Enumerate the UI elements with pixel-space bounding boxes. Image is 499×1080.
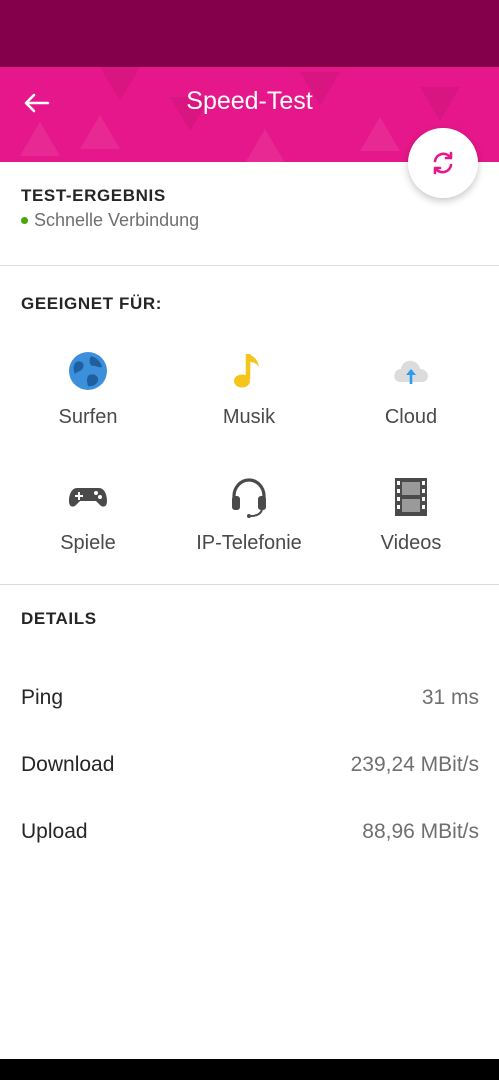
suitable-item-spiele[interactable]: Spiele [5, 466, 171, 586]
page-title: Speed-Test [186, 87, 313, 115]
headset-icon [232, 478, 266, 518]
connection-status: Schnelle Verbindung [21, 210, 199, 231]
system-nav-bar [0, 1059, 499, 1080]
suitable-item-ip-telefonie[interactable]: IP-Telefonie [166, 466, 332, 586]
result-heading: TEST-ERGEBNIS [21, 186, 166, 205]
suitable-item-cloud[interactable]: Cloud [328, 340, 494, 460]
suitable-heading: GEEIGNET FÜR: [21, 294, 162, 313]
detail-row-download: Download 239,24 MBit/s [21, 753, 479, 793]
suitable-item-label: IP-Telefonie [196, 532, 302, 554]
suitable-item-videos[interactable]: Videos [328, 466, 494, 586]
refresh-button[interactable] [408, 128, 478, 198]
details-heading: DETAILS [21, 609, 97, 628]
suitable-item-label: Spiele [60, 532, 116, 554]
gamepad-icon [69, 488, 107, 507]
detail-label: Download [21, 753, 115, 776]
suitable-item-surfen[interactable]: Surfen [5, 340, 171, 460]
suitable-item-label: Videos [380, 532, 442, 554]
decor-triangle [360, 117, 400, 151]
detail-label: Ping [21, 686, 64, 709]
detail-value: 88,96 MBit/s [362, 820, 479, 843]
suitable-item-label: Surfen [58, 406, 118, 428]
suitable-item-label: Musik [222, 406, 276, 428]
decor-triangle [80, 115, 120, 149]
decor-triangle [245, 129, 285, 162]
cloud-upload-icon [394, 360, 428, 384]
status-dot-icon [21, 217, 28, 224]
divider [0, 265, 499, 266]
detail-label: Upload [21, 820, 88, 843]
detail-value: 31 ms [421, 686, 479, 709]
globe-icon [69, 352, 107, 390]
music-note-icon [234, 354, 259, 388]
detail-row-upload: Upload 88,96 MBit/s [21, 820, 479, 860]
decor-triangle [20, 122, 60, 156]
status-bar [0, 0, 499, 67]
refresh-icon [433, 151, 453, 175]
connection-status-text: Schnelle Verbindung [34, 210, 200, 230]
divider [0, 584, 499, 585]
suitable-item-musik[interactable]: Musik [166, 340, 332, 460]
film-icon [395, 478, 427, 516]
suitable-item-label: Cloud [384, 406, 438, 428]
detail-row-ping: Ping 31 ms [21, 686, 479, 726]
detail-value: 239,24 MBit/s [350, 753, 479, 776]
